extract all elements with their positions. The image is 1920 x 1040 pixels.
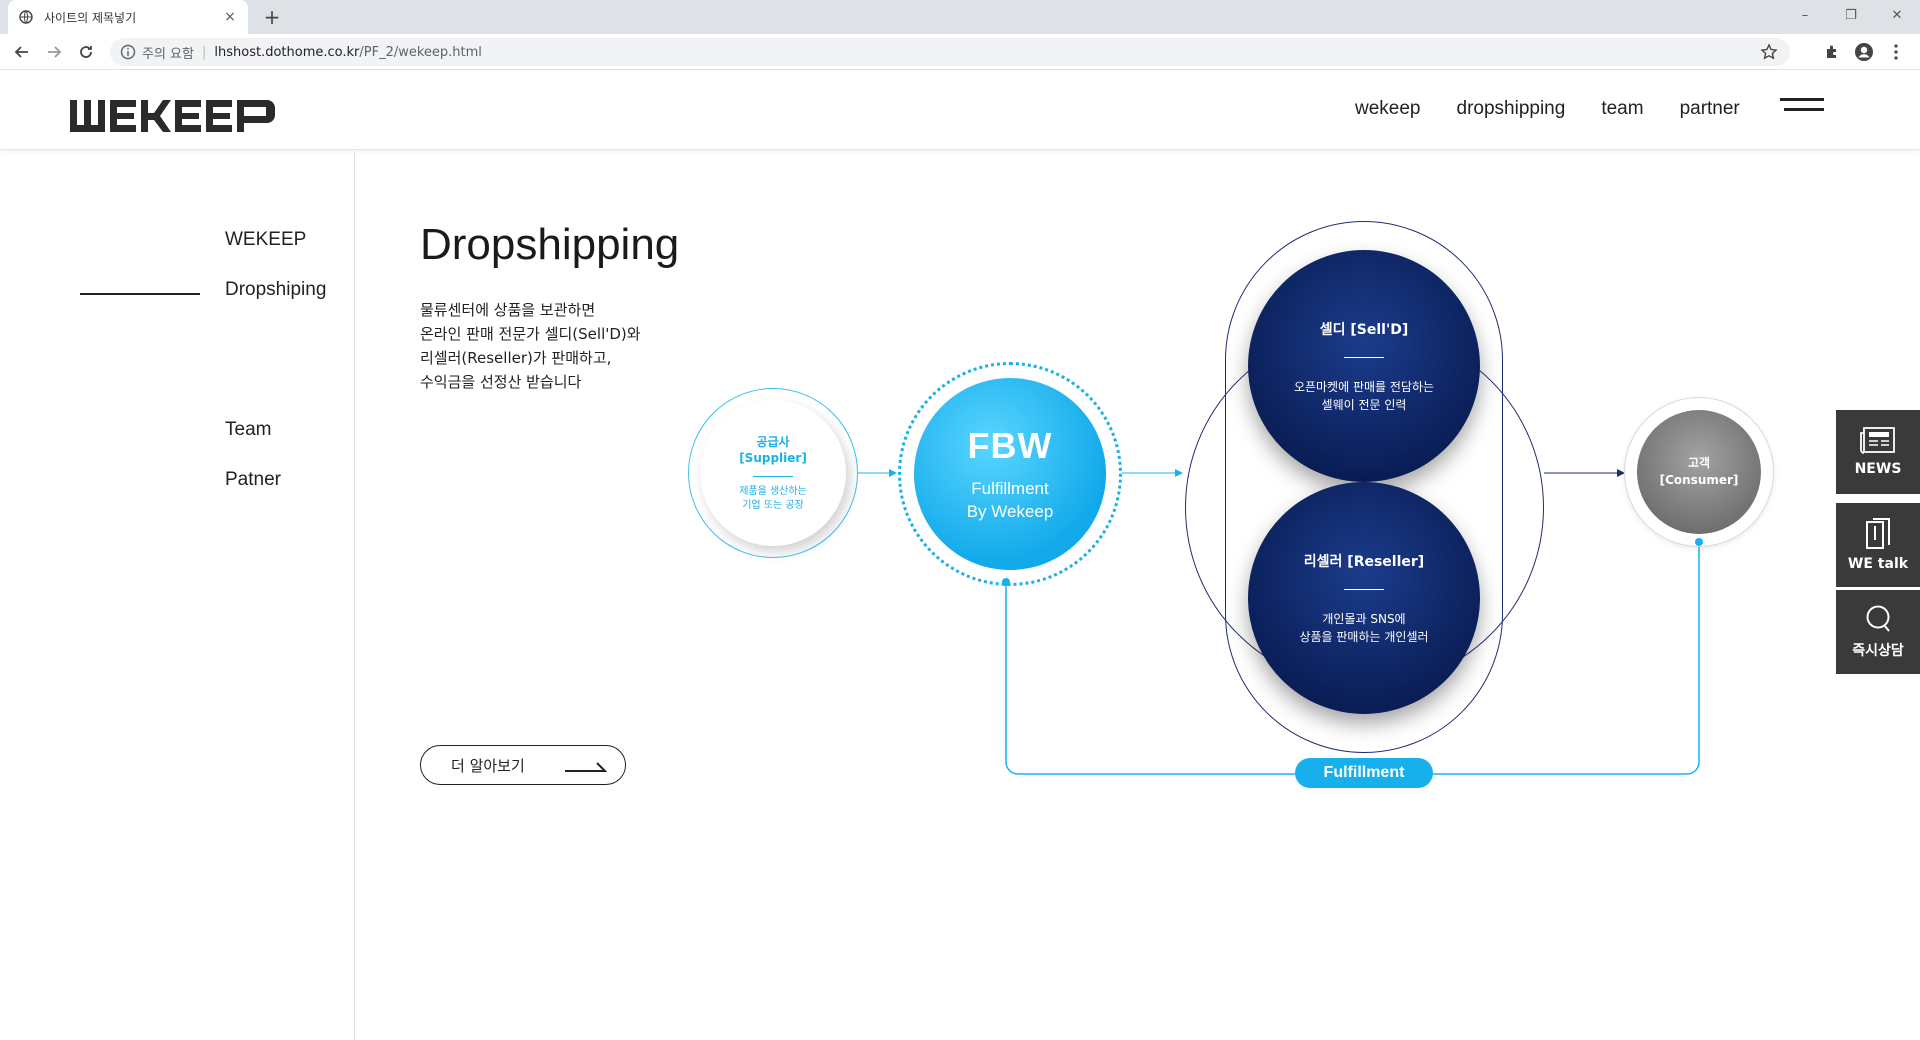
learn-more-label: 더 알아보기 — [451, 756, 525, 775]
reload-icon[interactable] — [74, 40, 98, 64]
bookmark-star-icon[interactable] — [1760, 43, 1778, 61]
reseller-desc: 상품을 판매하는 개인셀러 — [1299, 629, 1429, 644]
selld-desc: 오픈마켓에 판매를 전담하는 — [1293, 379, 1435, 394]
selld-desc: 셀웨이 전문 인력 — [1321, 397, 1407, 412]
fbw-title: FBW — [967, 425, 1053, 466]
selld-node: 셀디 [Sell'D] 오픈마켓에 판매를 전담하는 셀웨이 전문 인력 — [1248, 250, 1480, 482]
browser-toolbar: 주의 요함 | lhshost.dothome.co.kr/PF_2/wekee… — [0, 34, 1920, 70]
tab-title: 사이트의 제목넣기 — [44, 10, 137, 25]
chat-icon — [1866, 605, 1890, 632]
consumer-title-en: [Consumer] — [1659, 473, 1739, 487]
url-separator: | — [201, 44, 207, 60]
fulfillment-label: Fulfillment — [1295, 758, 1433, 788]
fbw-subtitle: Fulfillment — [971, 479, 1049, 498]
supplier-divider — [753, 475, 793, 477]
nav-wekeep[interactable]: wekeep — [1355, 98, 1421, 120]
fbw-subtitle: By Wekeep — [966, 502, 1054, 521]
supplier-title: 공급사 — [756, 434, 790, 449]
selld-divider — [1344, 356, 1384, 358]
reseller-node: 리셀러 [Reseller] 개인몰과 SNS에 상품을 판매하는 개인셀러 — [1248, 482, 1480, 714]
supplier-desc: 제품을 생산하는 — [739, 485, 807, 497]
description-line: 수익금을 선정산 받습니다 — [420, 373, 582, 391]
main-nav: wekeep dropshipping team partner — [1355, 98, 1776, 120]
selld-title: 셀디 [Sell'D] — [1319, 321, 1409, 338]
reseller-divider — [1344, 588, 1384, 590]
quick-news-label: NEWS — [1854, 461, 1902, 477]
globe-icon — [18, 9, 34, 25]
wekeep-logo[interactable] — [70, 100, 275, 136]
book-icon — [1866, 518, 1890, 549]
newspaper-icon — [1860, 427, 1895, 454]
minimize-button[interactable]: – — [1782, 0, 1828, 30]
consumer-title: 고객 — [1687, 456, 1711, 470]
sidebar-divider — [354, 151, 355, 1040]
sidebar-item-team[interactable]: Team — [225, 419, 271, 441]
description-line: 물류센터에 상품을 보관하면 — [420, 301, 596, 319]
sidebar-item-patner[interactable]: Patner — [225, 469, 281, 491]
nav-partner[interactable]: partner — [1680, 98, 1740, 120]
page-description: 물류센터에 상품을 보관하면 온라인 판매 전문가 셀디(Sell'D)와 리셀… — [420, 298, 700, 394]
dropshipping-diagram: 공급사 [Supplier] 제품을 생산하는 기업 또는 공장 FBW Ful… — [680, 210, 1800, 800]
nav-team[interactable]: team — [1601, 98, 1643, 120]
new-tab-button[interactable]: + — [260, 5, 284, 29]
sidebar-item-dropshiping[interactable]: Dropshiping — [225, 279, 326, 301]
reseller-title: 리셀러 [Reseller] — [1303, 553, 1425, 570]
consumer-node: 고객 [Consumer] — [1637, 410, 1761, 534]
browser-tab[interactable]: 사이트의 제목넣기 × — [8, 0, 248, 34]
url-host: lhshost.dothome.co.kr — [214, 44, 360, 60]
supplier-node: 공급사 [Supplier] 제품을 생산하는 기업 또는 공장 — [700, 400, 846, 546]
url-text: lhshost.dothome.co.kr/PF_2/wekeep.html — [214, 45, 482, 60]
supplier-desc: 기업 또는 공장 — [742, 499, 804, 511]
hamburger-line — [1784, 108, 1824, 111]
browser-tabstrip: 사이트의 제목넣기 × + – ❐ ✕ — [0, 0, 1920, 34]
security-label: 주의 요함 — [142, 46, 194, 62]
quick-consult-label: 즉시상담 — [1852, 643, 1904, 659]
supplier-title-en: [Supplier] — [739, 450, 807, 465]
quick-consult-button[interactable]: 즉시상담 — [1836, 590, 1920, 674]
back-arrow-icon[interactable] — [10, 40, 34, 64]
quick-wetalk-button[interactable]: WE talk — [1836, 503, 1920, 587]
url-path: /PF_2/wekeep.html — [359, 44, 482, 60]
forward-arrow-icon[interactable] — [42, 40, 66, 64]
description-line: 리셀러(Reseller)가 판매하고, — [420, 349, 612, 367]
menu-kebab-icon[interactable] — [1884, 40, 1908, 64]
profile-icon[interactable] — [1852, 40, 1876, 64]
hamburger-menu-icon[interactable] — [1780, 98, 1824, 120]
close-window-button[interactable]: ✕ — [1874, 0, 1920, 30]
description-line: 온라인 판매 전문가 셀디(Sell'D)와 — [420, 325, 641, 343]
extensions-icon[interactable] — [1820, 40, 1844, 64]
address-bar[interactable]: 주의 요함 | lhshost.dothome.co.kr/PF_2/wekee… — [110, 38, 1790, 66]
page-title: Dropshipping — [420, 220, 680, 269]
quick-news-button[interactable]: NEWS — [1836, 410, 1920, 494]
site-header: wekeep dropshipping team partner — [0, 70, 1920, 150]
long-arrow-icon — [565, 762, 607, 772]
info-icon — [120, 44, 136, 60]
hamburger-line — [1780, 98, 1824, 101]
sidebar-active-indicator — [80, 293, 200, 295]
fbw-node: FBW Fulfillment By Wekeep — [914, 378, 1106, 570]
learn-more-button[interactable]: 더 알아보기 — [420, 745, 626, 785]
sidebar-item-wekeep[interactable]: WEKEEP — [225, 229, 306, 251]
reseller-desc: 개인몰과 SNS에 — [1322, 611, 1406, 626]
close-tab-icon[interactable]: × — [222, 9, 238, 25]
nav-dropshipping[interactable]: dropshipping — [1457, 98, 1566, 120]
restore-button[interactable]: ❐ — [1828, 0, 1874, 30]
quick-wetalk-label: WE talk — [1847, 556, 1909, 572]
